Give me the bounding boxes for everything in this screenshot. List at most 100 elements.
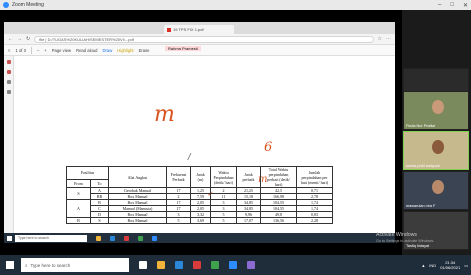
taskbar-app-icon[interactable] (138, 235, 143, 241)
taskbar-app-icon[interactable] (175, 261, 183, 269)
pdf-page: m 6 m / ✓ Fasilitas Alat Angkut Frekuens… (18, 56, 395, 243)
participant-tile[interactable]: kurnia putri wahyuni (403, 131, 469, 170)
windows-start-icon[interactable] (7, 235, 12, 241)
highlight-button[interactable]: Highlight (117, 48, 133, 53)
table-header: To (89, 178, 110, 189)
table-cell: 5 (210, 217, 237, 224)
contents-icon[interactable]: ≡ (8, 48, 10, 53)
material-handling-table: Fasilitas Alat Angkut Frekuensi Perbaik … (66, 166, 333, 224)
close-button[interactable]: ✕ (463, 2, 468, 9)
browser-tab-bar: 19 TPS FIX 1.pdf (4, 22, 395, 34)
erase-button[interactable]: Erase (139, 48, 150, 53)
participant-name: Tasfiq hidayat (406, 244, 430, 248)
clock-date: 01/06/2021 (440, 265, 461, 270)
taskbar-app-icon[interactable] (247, 261, 255, 269)
table-cell: 136,56 (260, 217, 297, 224)
participant-name: mawarulan nira F (406, 204, 436, 208)
table-cell: S (89, 217, 110, 224)
table-cell: 5 (166, 217, 191, 224)
browser-tab[interactable]: 19 TPS FIX 1.pdf (164, 25, 234, 34)
handwritten-annotation: m (154, 102, 175, 127)
pdf-icon[interactable] (6, 60, 11, 64)
participant-video (432, 140, 444, 154)
taskbar-app-icon[interactable] (211, 261, 219, 269)
forward-icon[interactable]: → (17, 36, 22, 42)
participant-name: kurnia putri wahyuni (406, 164, 440, 168)
notification-icon[interactable]: ▭ (464, 263, 468, 268)
draw-button[interactable]: Draw (102, 48, 112, 53)
back-icon[interactable]: ← (8, 36, 13, 42)
system-tray: ▲ IND 21:34 01/06/2021 ▭ (421, 260, 468, 270)
table-cell: A (66, 199, 91, 218)
zoom-logo-icon (3, 2, 9, 8)
participant-tile[interactable]: Finda Nur Pratiwi (403, 91, 469, 130)
participant-tile[interactable]: mawarulan nira F (403, 171, 469, 210)
taskbar-app-icon[interactable] (110, 235, 115, 241)
participant-tile[interactable]: Tasfiq hidayat (403, 211, 469, 250)
handwritten-annotation: 6 (264, 140, 273, 155)
table-header: Frekuensi Perbaik (166, 166, 191, 188)
table-header: Total Waktu perpindahan perhari (detik/ … (260, 166, 297, 188)
read-aloud-button[interactable]: Read aloud (76, 48, 97, 53)
page-indicator[interactable]: 1 of 3 (15, 48, 25, 53)
table-cell: 3,69 (190, 217, 211, 224)
table-header: Jumlah perpindahan per hari (menit/ hari… (296, 166, 333, 188)
table-header: Fasilitas (66, 166, 109, 180)
arrow-icon[interactable] (6, 90, 11, 94)
taskbar-app-icon[interactable] (124, 235, 129, 241)
table-header: Jarak perbaik (236, 166, 261, 188)
table-header: From (66, 178, 91, 189)
address-bar[interactable]: file | D:/TUGAS%20KULIAH/SEMESTER%20VI/.… (34, 35, 374, 43)
favorite-icon[interactable]: ☆ (378, 36, 382, 42)
table-cell: 17,07 (236, 217, 261, 224)
participant-video (432, 180, 444, 194)
zoom-window-title: Zoom Meeting (12, 2, 44, 8)
table-header: Waktu Perpindahan (detik/ hari) (210, 166, 237, 188)
zoom-title-bar: Zoom Meeting – □ ✕ (0, 0, 471, 10)
pen-cursor-icon: / (188, 152, 191, 161)
search-icon: ⌕ (25, 262, 28, 268)
windows-taskbar: ⌕ Type here to search ▲ IND 21:34 01/06/… (0, 255, 471, 275)
shared-taskbar: Type here to search (4, 233, 395, 243)
table-row: B S Box Manual 5 3,69 5 17,07 136,56 2,2… (66, 217, 333, 224)
table-cell: B (66, 217, 91, 224)
taskbar-app-icon[interactable] (193, 261, 201, 269)
taskbar-app-icon[interactable] (229, 261, 237, 269)
taskbar-app-icon[interactable] (152, 235, 157, 241)
table-cell: 2,28 (296, 217, 333, 224)
search-placeholder: Type here to search (30, 262, 71, 268)
window-controls: – □ ✕ (438, 2, 468, 9)
browser-tab-title: 19 TPS FIX 1.pdf (173, 27, 204, 32)
maximize-button[interactable]: □ (450, 2, 454, 9)
pdf-icon[interactable] (6, 70, 11, 74)
pdf-icon (167, 27, 171, 32)
shared-search-box[interactable]: Type here to search (15, 234, 87, 242)
network-icon[interactable]: ▲ (421, 263, 425, 268)
table-cell: Box Manual (108, 217, 167, 224)
browser-address-row: ← → ↻ file | D:/TUGAS%20KULIAH/SEMESTER%… (4, 34, 395, 45)
taskbar-app-icon[interactable] (157, 261, 165, 269)
shared-screen: Rahma Pramesti 19 TPS FIX 1.pdf ← → ↻ fi… (4, 22, 395, 243)
participant-name: Finda Nur Pratiwi (406, 124, 436, 128)
activate-subtitle: Go to Settings to activate Windows. (376, 239, 435, 243)
participant-gallery: Rahmi Yuli 145... Finda Nur Pratiwi kurn… (402, 10, 471, 255)
participant-video (432, 100, 444, 114)
presenter-name-label: Rahma Pramesti (165, 46, 201, 51)
taskbar-search-box[interactable]: ⌕ Type here to search (21, 258, 129, 272)
activate-windows-watermark: Activate Windows Go to Settings to activ… (376, 232, 434, 244)
taskbar-app-icon[interactable] (96, 235, 101, 241)
language-indicator[interactable]: IND (429, 263, 436, 268)
clock[interactable]: 21:34 01/06/2021 (440, 260, 460, 270)
table-header: Jarak (m) (190, 166, 211, 188)
page-view-button[interactable]: Page view (52, 48, 71, 53)
zoom-in-icon[interactable]: + (44, 48, 46, 53)
task-view-icon[interactable] (139, 261, 147, 269)
settings-icon[interactable]: ⋯ (386, 36, 391, 42)
table-cell: S (66, 187, 91, 200)
zoom-out-icon[interactable]: – (37, 48, 39, 53)
left-tool-rail (4, 56, 14, 243)
refresh-icon[interactable]: ↻ (26, 36, 30, 42)
minimize-button[interactable]: – (438, 2, 441, 9)
bookmark-icon[interactable] (6, 80, 11, 84)
windows-start-icon[interactable] (6, 261, 14, 269)
